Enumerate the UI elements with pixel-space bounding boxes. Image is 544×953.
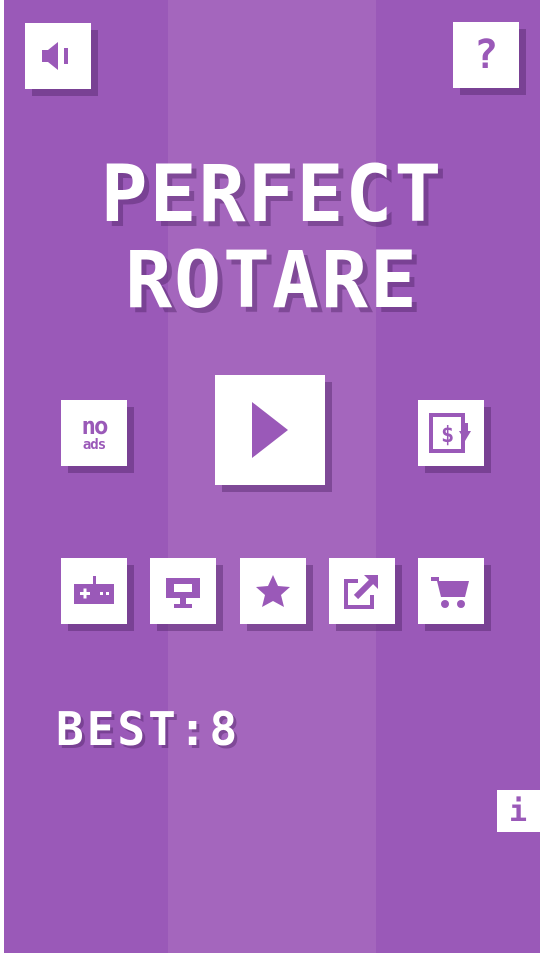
- play-button[interactable]: [215, 375, 325, 485]
- svg-text:$: $: [441, 423, 454, 448]
- play-icon: [248, 400, 292, 460]
- gamepad-icon: [72, 576, 116, 606]
- game-title-line1: PERFECT: [100, 150, 444, 240]
- shop-button[interactable]: [418, 558, 484, 624]
- more-games-button[interactable]: [61, 558, 127, 624]
- rate-button[interactable]: [240, 558, 306, 624]
- no-ads-label-bottom: ads: [82, 437, 106, 453]
- help-button[interactable]: ?: [453, 22, 519, 88]
- game-title-line2: ROTARE: [125, 236, 419, 326]
- share-button[interactable]: [329, 558, 395, 624]
- question-icon: ?: [473, 32, 499, 78]
- info-button[interactable]: i: [497, 790, 540, 832]
- best-value: 8: [209, 702, 241, 756]
- best-separator: :: [178, 702, 210, 756]
- star-icon: [254, 573, 292, 609]
- share-icon: [344, 573, 380, 609]
- info-icon: i: [508, 793, 528, 829]
- game-screen: ? PERFECT ROTARE no ads $ BEST:8 i: [4, 0, 540, 953]
- cart-icon: [431, 573, 471, 609]
- sound-button[interactable]: [25, 23, 91, 89]
- speaker-icon: [40, 40, 76, 72]
- best-label: BEST: [56, 702, 179, 756]
- no-ads-button[interactable]: no ads: [61, 400, 127, 466]
- no-ads-icon: no ads: [81, 412, 109, 453]
- no-ads-label-top: no: [81, 412, 109, 440]
- leaderboard-button[interactable]: [150, 558, 216, 624]
- coins-button[interactable]: $: [418, 400, 484, 466]
- podium-icon: [164, 574, 202, 608]
- best-score: BEST:8: [56, 702, 240, 756]
- dollar-download-icon: $: [429, 413, 473, 453]
